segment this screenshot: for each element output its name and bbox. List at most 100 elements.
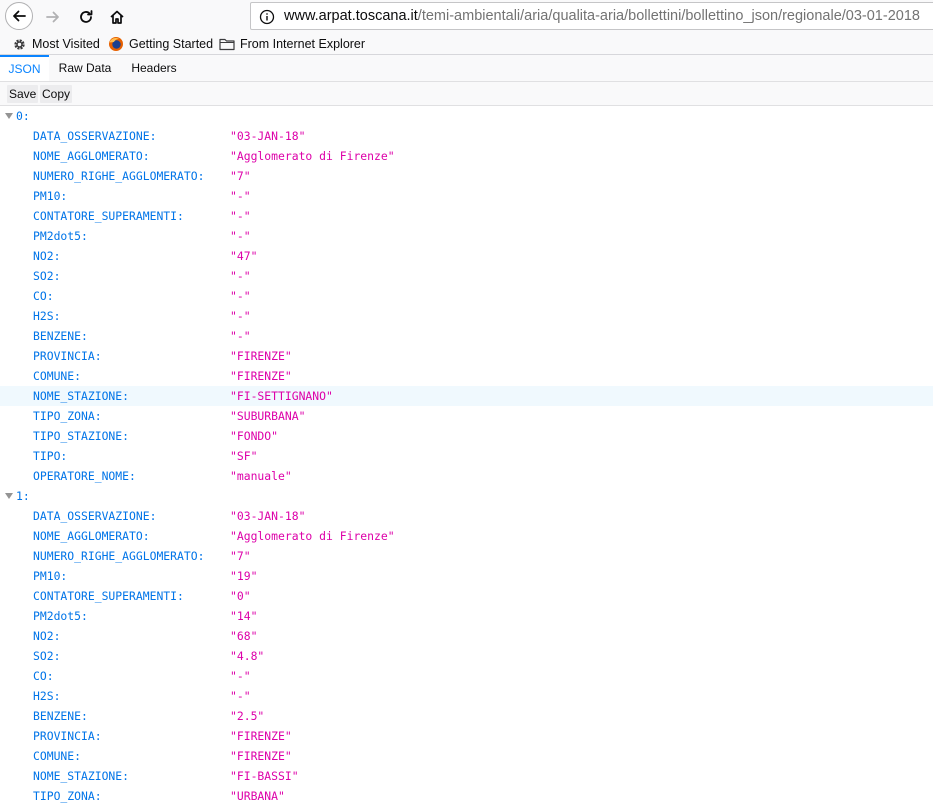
json-row[interactable]: NO2: "68" — [0, 626, 933, 646]
json-value: "0" — [230, 589, 251, 603]
json-row[interactable]: CONTATORE_SUPERAMENTI: "-" — [0, 206, 933, 226]
json-value: "19" — [230, 569, 258, 583]
forward-button[interactable] — [40, 4, 66, 30]
expand-twisty-icon[interactable] — [5, 112, 13, 119]
bookmark-from-internet-explorer[interactable]: From Internet Explorer — [219, 35, 365, 53]
json-key: CO: — [33, 669, 54, 683]
json-value: "FONDO" — [230, 429, 279, 443]
json-row[interactable]: PM2dot5: "-" — [0, 226, 933, 246]
json-value: "SF" — [230, 449, 258, 463]
json-row[interactable]: TIPO_ZONA: "URBANA" — [0, 786, 933, 806]
firefox-icon — [109, 37, 123, 51]
json-row[interactable]: NUMERO_RIGHE_AGGLOMERATO: "7" — [0, 546, 933, 566]
json-row[interactable]: CO: "-" — [0, 286, 933, 306]
json-key: NOME_STAZIONE: — [33, 389, 130, 403]
save-button[interactable]: Save — [7, 85, 39, 103]
tab-headers[interactable]: Headers — [122, 55, 186, 81]
expand-twisty-icon[interactable] — [5, 492, 13, 499]
object-header[interactable]: 1: — [0, 486, 30, 506]
json-row[interactable]: PROVINCIA: "FIRENZE" — [0, 726, 933, 746]
json-row[interactable]: NOME_STAZIONE: "FI-BASSI" — [0, 766, 933, 786]
folder-icon — [219, 38, 235, 51]
bookmark-label: Most Visited — [32, 37, 100, 51]
object-index: 1: — [16, 489, 30, 503]
bookmark-label: Getting Started — [129, 37, 214, 51]
url-text[interactable]: www.arpat.toscana.it/temi-ambientali/ari… — [284, 8, 920, 24]
json-row[interactable]: BENZENE: "-" — [0, 326, 933, 346]
object-header[interactable]: 0: — [0, 106, 30, 126]
json-value: "-" — [230, 689, 251, 703]
json-value: "2.5" — [230, 709, 265, 723]
json-row[interactable]: TIPO: "SF" — [0, 446, 933, 466]
json-value: "Agglomerato di Firenze" — [230, 529, 395, 543]
json-key: CONTATORE_SUPERAMENTI: — [33, 209, 184, 223]
json-value: "-" — [230, 269, 251, 283]
json-value: "FI-SETTIGNANO" — [230, 389, 333, 403]
home-icon — [110, 10, 124, 24]
bookmarks-toolbar: Most Visited Getting Started From Intern… — [0, 33, 933, 55]
json-key: CONTATORE_SUPERAMENTI: — [33, 589, 184, 603]
json-key: PM10: — [33, 569, 68, 583]
json-row[interactable]: PM10: "-" — [0, 186, 933, 206]
info-icon[interactable] — [259, 9, 275, 25]
navigation-toolbar: www.arpat.toscana.it/temi-ambientali/ari… — [0, 0, 933, 33]
copy-button[interactable]: Copy — [40, 85, 73, 103]
home-button[interactable] — [104, 4, 130, 30]
url-path: /temi-ambientali/aria/qualita-aria/bolle… — [417, 8, 920, 24]
json-key: NO2: — [33, 249, 61, 263]
json-row[interactable]: NOME_AGGLOMERATO: "Agglomerato di Firenze… — [0, 526, 933, 546]
json-row[interactable]: CONTATORE_SUPERAMENTI: "0" — [0, 586, 933, 606]
json-row[interactable]: NO2: "47" — [0, 246, 933, 266]
back-button[interactable] — [5, 2, 33, 30]
json-key: PM10: — [33, 189, 68, 203]
reload-button[interactable] — [73, 4, 99, 30]
json-row[interactable]: PM10: "19" — [0, 566, 933, 586]
json-row[interactable]: NOME_AGGLOMERATO: "Agglomerato di Firenze… — [0, 146, 933, 166]
json-value: "FIRENZE" — [230, 729, 292, 743]
json-value: "-" — [230, 189, 251, 203]
json-value: "68" — [230, 629, 258, 643]
json-row[interactable]: PM2dot5: "14" — [0, 606, 933, 626]
json-key: CO: — [33, 289, 54, 303]
url-host: www.arpat.toscana.it — [284, 8, 418, 24]
address-bar[interactable]: www.arpat.toscana.it/temi-ambientali/ari… — [250, 2, 933, 30]
json-row[interactable]: H2S: "-" — [0, 686, 933, 706]
bookmark-most-visited[interactable]: Most Visited — [12, 35, 100, 53]
json-value: "03-JAN-18" — [230, 509, 306, 523]
json-row[interactable]: CO: "-" — [0, 666, 933, 686]
tab-raw-data[interactable]: Raw Data — [52, 55, 118, 81]
json-value: "Agglomerato di Firenze" — [230, 149, 395, 163]
json-value: "7" — [230, 169, 251, 183]
json-key: DATA_OSSERVAZIONE: — [33, 129, 157, 143]
tab-json[interactable]: JSON — [0, 55, 49, 81]
json-row[interactable]: DATA_OSSERVAZIONE: "03-JAN-18" — [0, 126, 933, 146]
json-key: TIPO_STAZIONE: — [33, 429, 130, 443]
json-row[interactable]: BENZENE: "2.5" — [0, 706, 933, 726]
json-key: DATA_OSSERVAZIONE: — [33, 509, 157, 523]
json-row[interactable]: TIPO_STAZIONE: "FONDO" — [0, 426, 933, 446]
bookmark-getting-started[interactable]: Getting Started — [108, 35, 213, 53]
json-key: NOME_AGGLOMERATO: — [33, 529, 150, 543]
json-row[interactable]: H2S: "-" — [0, 306, 933, 326]
json-row[interactable]: SO2: "4.8" — [0, 646, 933, 666]
bookmark-label: From Internet Explorer — [240, 37, 366, 51]
json-key: BENZENE: — [33, 709, 88, 723]
json-row[interactable]: COMUNE: "FIRENZE" — [0, 366, 933, 386]
arrow-left-icon — [13, 10, 26, 22]
json-key: TIPO_ZONA: — [33, 789, 102, 803]
json-value: "-" — [230, 309, 251, 323]
json-row[interactable]: DATA_OSSERVAZIONE: "03-JAN-18" — [0, 506, 933, 526]
json-row[interactable]: PROVINCIA: "FIRENZE" — [0, 346, 933, 366]
json-row[interactable]: NOME_STAZIONE: "FI-SETTIGNANO" — [0, 386, 933, 406]
json-key: TIPO: — [33, 449, 68, 463]
json-row[interactable]: TIPO_ZONA: "SUBURBANA" — [0, 406, 933, 426]
json-row[interactable]: OPERATORE_NOME: "manuale" — [0, 466, 933, 486]
json-row[interactable]: COMUNE: "FIRENZE" — [0, 746, 933, 766]
json-value: "-" — [230, 289, 251, 303]
json-value: "FIRENZE" — [230, 349, 292, 363]
json-row[interactable]: SO2: "-" — [0, 266, 933, 286]
json-value: "4.8" — [230, 649, 265, 663]
json-row[interactable]: NUMERO_RIGHE_AGGLOMERATO: "7" — [0, 166, 933, 186]
gear-icon — [14, 38, 25, 50]
json-key: COMUNE: — [33, 749, 82, 763]
